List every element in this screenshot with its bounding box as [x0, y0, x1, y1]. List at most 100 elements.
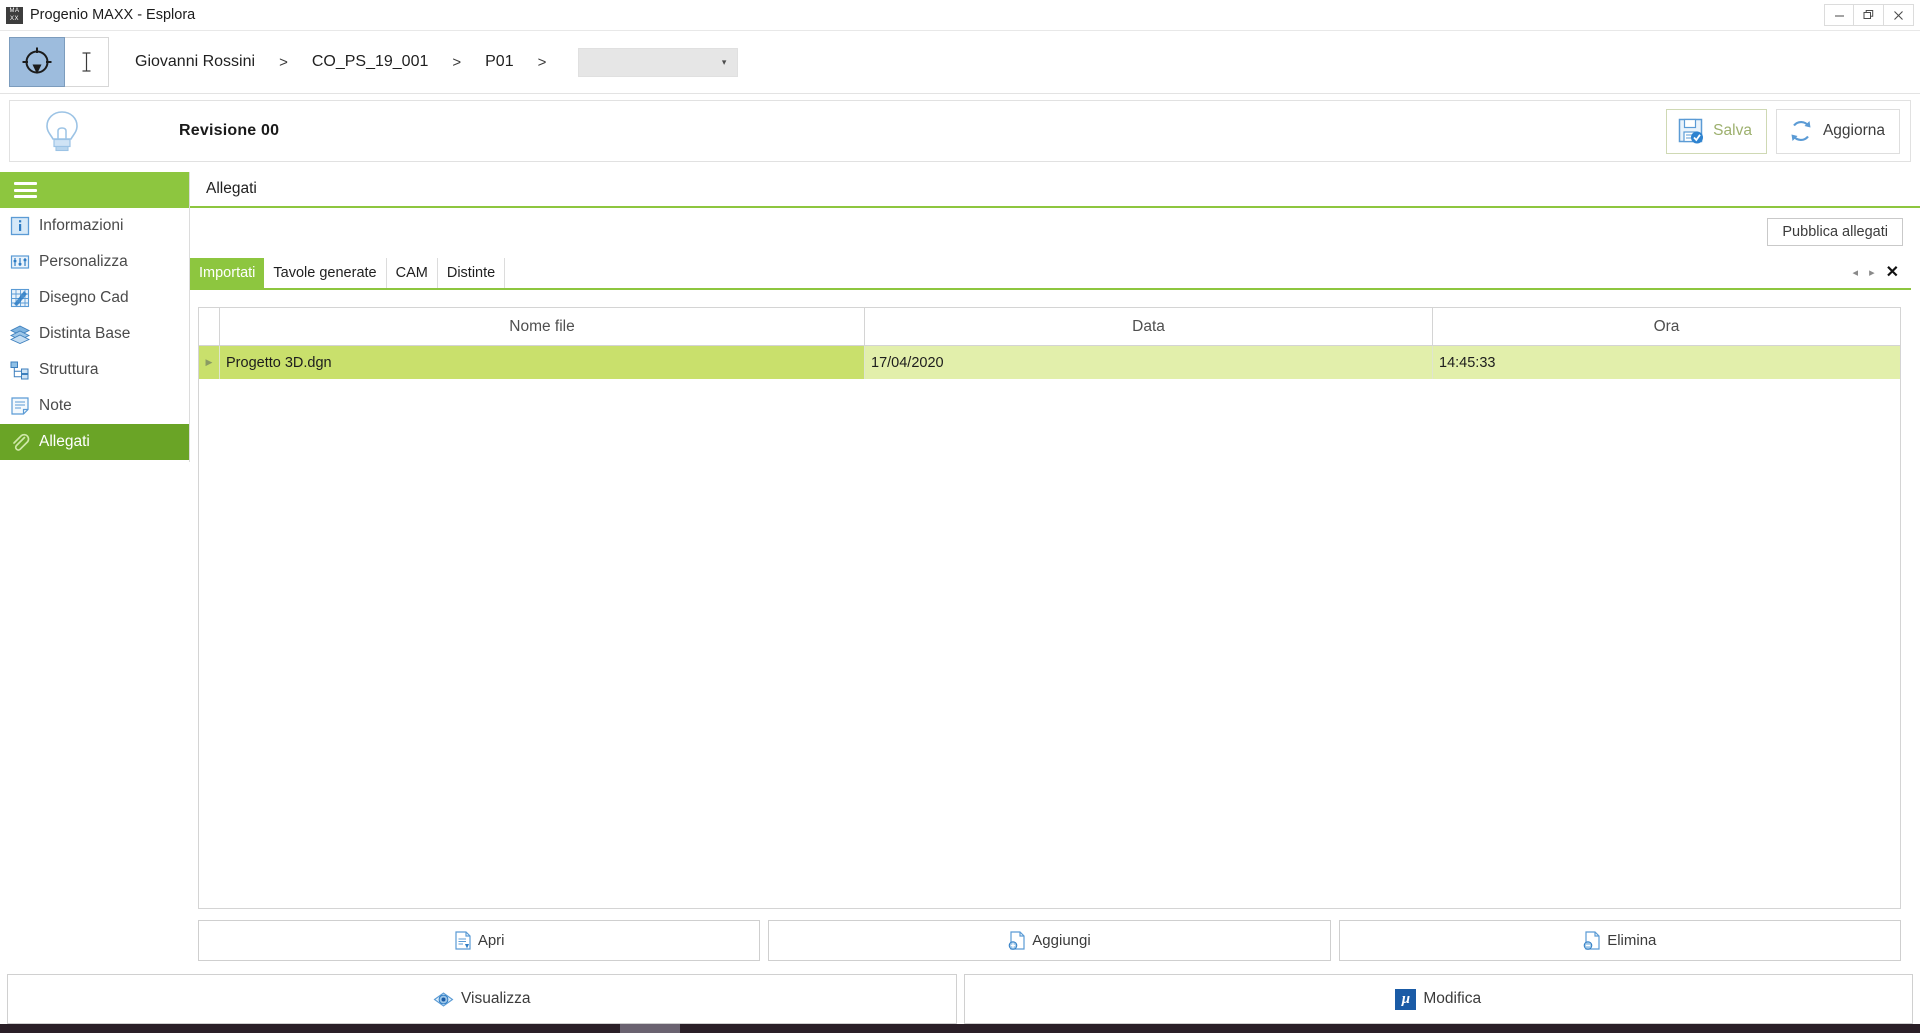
refresh-label: Aggiorna: [1822, 122, 1885, 139]
sidebar-item-label: Informazioni: [39, 217, 124, 234]
eye-icon: [433, 991, 454, 1007]
tab-close-icon[interactable]: ✕: [1886, 262, 1899, 282]
breadcrumb-item-user[interactable]: Giovanni Rossini: [131, 50, 259, 74]
breadcrumb-item-project[interactable]: CO_PS_19_001: [308, 50, 433, 74]
sidebar-item-disegno-cad[interactable]: Disegno Cad: [0, 280, 189, 316]
lightbulb-icon: [46, 111, 78, 152]
app-icon: MA XX: [6, 6, 23, 24]
save-button[interactable]: Salva: [1666, 108, 1767, 154]
taskbar-strip: [0, 1024, 1920, 1033]
table-header-row: Nome file Data Ora: [199, 308, 1900, 346]
minimize-button[interactable]: [1824, 4, 1854, 26]
publish-attachments-button[interactable]: Pubblica allegati: [1767, 218, 1903, 246]
table-header-marker: [199, 308, 220, 345]
tab-bar: Importati Tavole generate CAM Distinte ◂…: [190, 258, 1911, 290]
table-row[interactable]: ▶ Progetto 3D.dgn 17/04/2020 14:45:33: [199, 346, 1900, 379]
breadcrumb: Giovanni Rossini > CO_PS_19_001 > P01 > …: [131, 47, 739, 77]
sidebar: Informazioni Personalizza Disegno Cad Di…: [0, 172, 190, 462]
table-header-nome-file[interactable]: Nome file: [220, 308, 865, 345]
sidebar-item-label: Disegno Cad: [39, 289, 129, 306]
sidebar-item-label: Allegati: [39, 433, 90, 450]
delete-label: Elimina: [1607, 932, 1657, 949]
table-header-data[interactable]: Data: [865, 308, 1433, 345]
revision-actions: Salva Aggiorna: [1666, 108, 1910, 154]
publish-row: Pubblica allegati: [1767, 218, 1903, 246]
row-marker-icon: ▶: [199, 346, 220, 379]
open-button[interactable]: Apri: [198, 920, 761, 961]
paperclip-icon: [13, 433, 30, 451]
text-cursor-button[interactable]: [65, 37, 109, 87]
sidebar-item-informazioni[interactable]: Informazioni: [0, 208, 189, 244]
restore-button[interactable]: [1854, 4, 1884, 26]
tab-importati[interactable]: Importati: [190, 258, 265, 288]
chevron-down-icon: ▾: [721, 56, 727, 67]
sidebar-item-label: Distinta Base: [39, 325, 131, 342]
tab-tavole-generate[interactable]: Tavole generate: [264, 258, 387, 288]
text-cursor-icon: [82, 52, 91, 72]
sidebar-menu-toggle[interactable]: [0, 172, 189, 208]
file-add-icon: [1008, 931, 1025, 950]
tab-next-icon[interactable]: ▸: [1869, 266, 1875, 279]
sidebar-item-label: Personalizza: [39, 253, 128, 270]
content-header: Allegati: [190, 172, 1920, 208]
tab-prev-icon[interactable]: ◂: [1853, 266, 1859, 279]
sidebar-item-allegati[interactable]: Allegati: [0, 424, 189, 460]
hamburger-icon: [14, 179, 37, 202]
breadcrumb-dropdown[interactable]: ▾: [578, 47, 739, 77]
close-icon: [1894, 10, 1903, 20]
table-header-ora[interactable]: Ora: [1433, 308, 1900, 345]
sidebar-item-label: Note: [39, 397, 72, 414]
save-disk-icon: [1678, 118, 1704, 144]
tab-distinte[interactable]: Distinte: [437, 258, 506, 288]
close-button[interactable]: [1884, 4, 1914, 26]
sliders-icon: [10, 255, 30, 269]
window-title: Progenio MAXX - Esplora: [30, 7, 196, 23]
note-icon: [11, 397, 29, 415]
cell-nome-file: Progetto 3D.dgn: [220, 346, 865, 379]
attachments-table: Nome file Data Ora ▶ Progetto 3D.dgn 17/…: [198, 307, 1901, 909]
delete-button[interactable]: Elimina: [1338, 920, 1901, 961]
tab-navigation: ◂ ▸ ✕: [1853, 262, 1911, 288]
breadcrumb-separator: >: [537, 53, 547, 71]
tab-cam[interactable]: CAM: [386, 258, 438, 288]
file-open-icon: [455, 931, 471, 950]
refresh-button[interactable]: Aggiorna: [1775, 108, 1900, 154]
breadcrumb-separator: >: [452, 53, 462, 71]
footer-bar: Visualizza μ Modifica: [0, 974, 1920, 1024]
title-bar: MA XX Progenio MAXX - Esplora: [0, 0, 1920, 31]
cell-ora: 14:45:33: [1433, 346, 1900, 379]
cad-grid-icon: [10, 288, 30, 308]
layers-icon: [10, 325, 30, 344]
add-button[interactable]: Aggiungi: [768, 920, 1331, 961]
edit-button[interactable]: μ Modifica: [963, 974, 1913, 1024]
sidebar-item-distinta-base[interactable]: Distinta Base: [0, 316, 189, 352]
breadcrumb-item-position[interactable]: P01: [481, 50, 517, 74]
attachments-panel: Pubblica allegati Importati Tavole gener…: [190, 210, 1911, 970]
refresh-icon: [1791, 121, 1811, 141]
sidebar-item-struttura[interactable]: Struttura: [0, 352, 189, 388]
target-crosshair-icon: [22, 47, 52, 74]
info-icon: [10, 216, 30, 236]
view-button[interactable]: Visualizza: [7, 974, 957, 1024]
open-label: Apri: [477, 932, 505, 949]
microstation-mu-icon: μ: [1395, 988, 1417, 1010]
app-logo-button[interactable]: [9, 37, 65, 87]
add-label: Aggiungi: [1032, 932, 1091, 949]
sidebar-item-personalizza[interactable]: Personalizza: [0, 244, 189, 280]
window-controls: [1824, 4, 1914, 26]
file-delete-icon: [1583, 931, 1600, 950]
edit-label: Modifica: [1423, 990, 1482, 1007]
revision-bar: Revisione 00 Salva Aggiorna: [9, 100, 1911, 162]
attachment-actions: Apri Aggiungi Elimina: [198, 920, 1901, 961]
breadcrumb-separator: >: [279, 53, 288, 71]
page-title: Allegati: [206, 180, 257, 197]
view-label: Visualizza: [460, 990, 531, 1007]
taskbar-highlight: [620, 1024, 680, 1033]
minimize-icon: [1834, 15, 1844, 16]
cell-data: 17/04/2020: [865, 346, 1433, 379]
restore-icon: [1863, 10, 1873, 19]
sidebar-item-label: Struttura: [39, 361, 99, 378]
save-label: Salva: [1713, 122, 1752, 139]
tree-structure-icon: [10, 361, 29, 380]
sidebar-item-note[interactable]: Note: [0, 388, 189, 424]
